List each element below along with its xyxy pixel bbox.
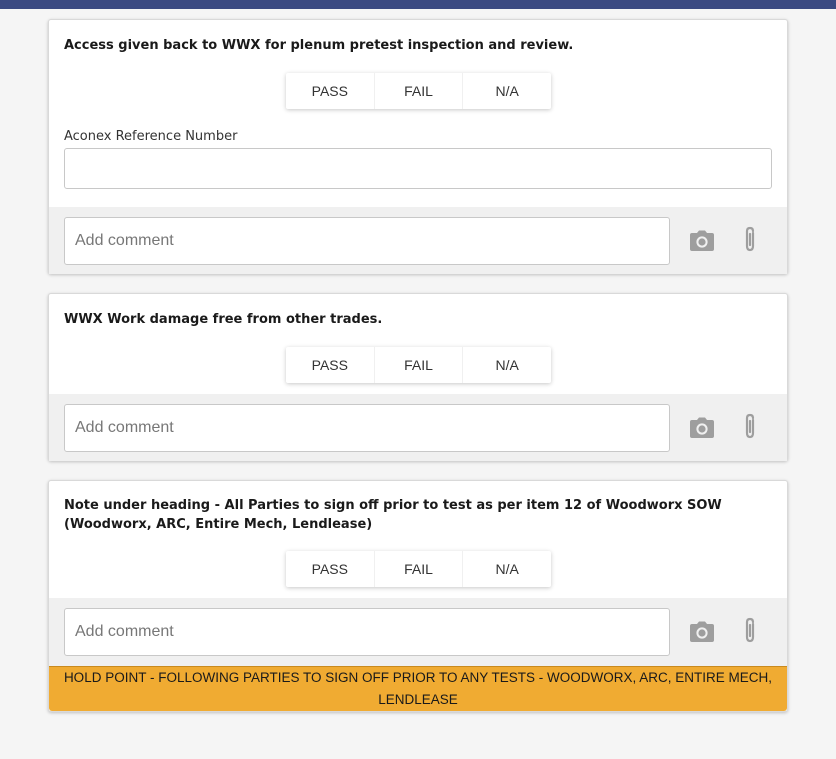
result-toggle-group: PASS FAIL N/A [286, 347, 551, 383]
item-title: Note under heading - All Parties to sign… [64, 498, 722, 532]
pass-button[interactable]: PASS [286, 73, 374, 109]
na-button[interactable]: N/A [462, 73, 551, 109]
paperclip-icon[interactable] [735, 412, 765, 442]
fail-button[interactable]: FAIL [373, 551, 463, 587]
camera-icon[interactable] [687, 226, 717, 256]
result-toggle-group: PASS FAIL N/A [286, 73, 551, 109]
checklist-item-2: WWX Work damage free from other trades. … [48, 293, 788, 461]
comment-row [49, 394, 787, 461]
fail-button[interactable]: FAIL [373, 347, 463, 383]
checklist-item-1: Access given back to WWX for plenum pret… [48, 19, 788, 274]
item-title: WWX Work damage free from other trades. [64, 312, 383, 327]
checklist-item-3: Note under heading - All Parties to sign… [48, 480, 788, 712]
hold-point-banner: HOLD POINT - FOLLOWING PARTIES TO SIGN O… [49, 666, 787, 711]
na-button[interactable]: N/A [462, 347, 551, 383]
fail-button[interactable]: FAIL [373, 73, 463, 109]
paperclip-icon[interactable] [735, 225, 765, 255]
item-title: Access given back to WWX for plenum pret… [64, 38, 574, 53]
pass-button[interactable]: PASS [286, 551, 374, 587]
result-toggle-group: PASS FAIL N/A [286, 551, 551, 587]
comment-input[interactable] [64, 608, 670, 656]
paperclip-icon[interactable] [735, 616, 765, 646]
comment-row [49, 207, 787, 274]
camera-icon[interactable] [687, 413, 717, 443]
comment-row [49, 598, 787, 666]
aconex-reference-input[interactable] [64, 148, 772, 189]
comment-input[interactable] [64, 404, 670, 452]
top-app-bar [0, 0, 836, 9]
comment-input[interactable] [64, 217, 670, 265]
camera-icon[interactable] [687, 617, 717, 647]
pass-button[interactable]: PASS [286, 347, 374, 383]
aconex-reference-label: Aconex Reference Number [64, 129, 238, 144]
na-button[interactable]: N/A [462, 551, 551, 587]
